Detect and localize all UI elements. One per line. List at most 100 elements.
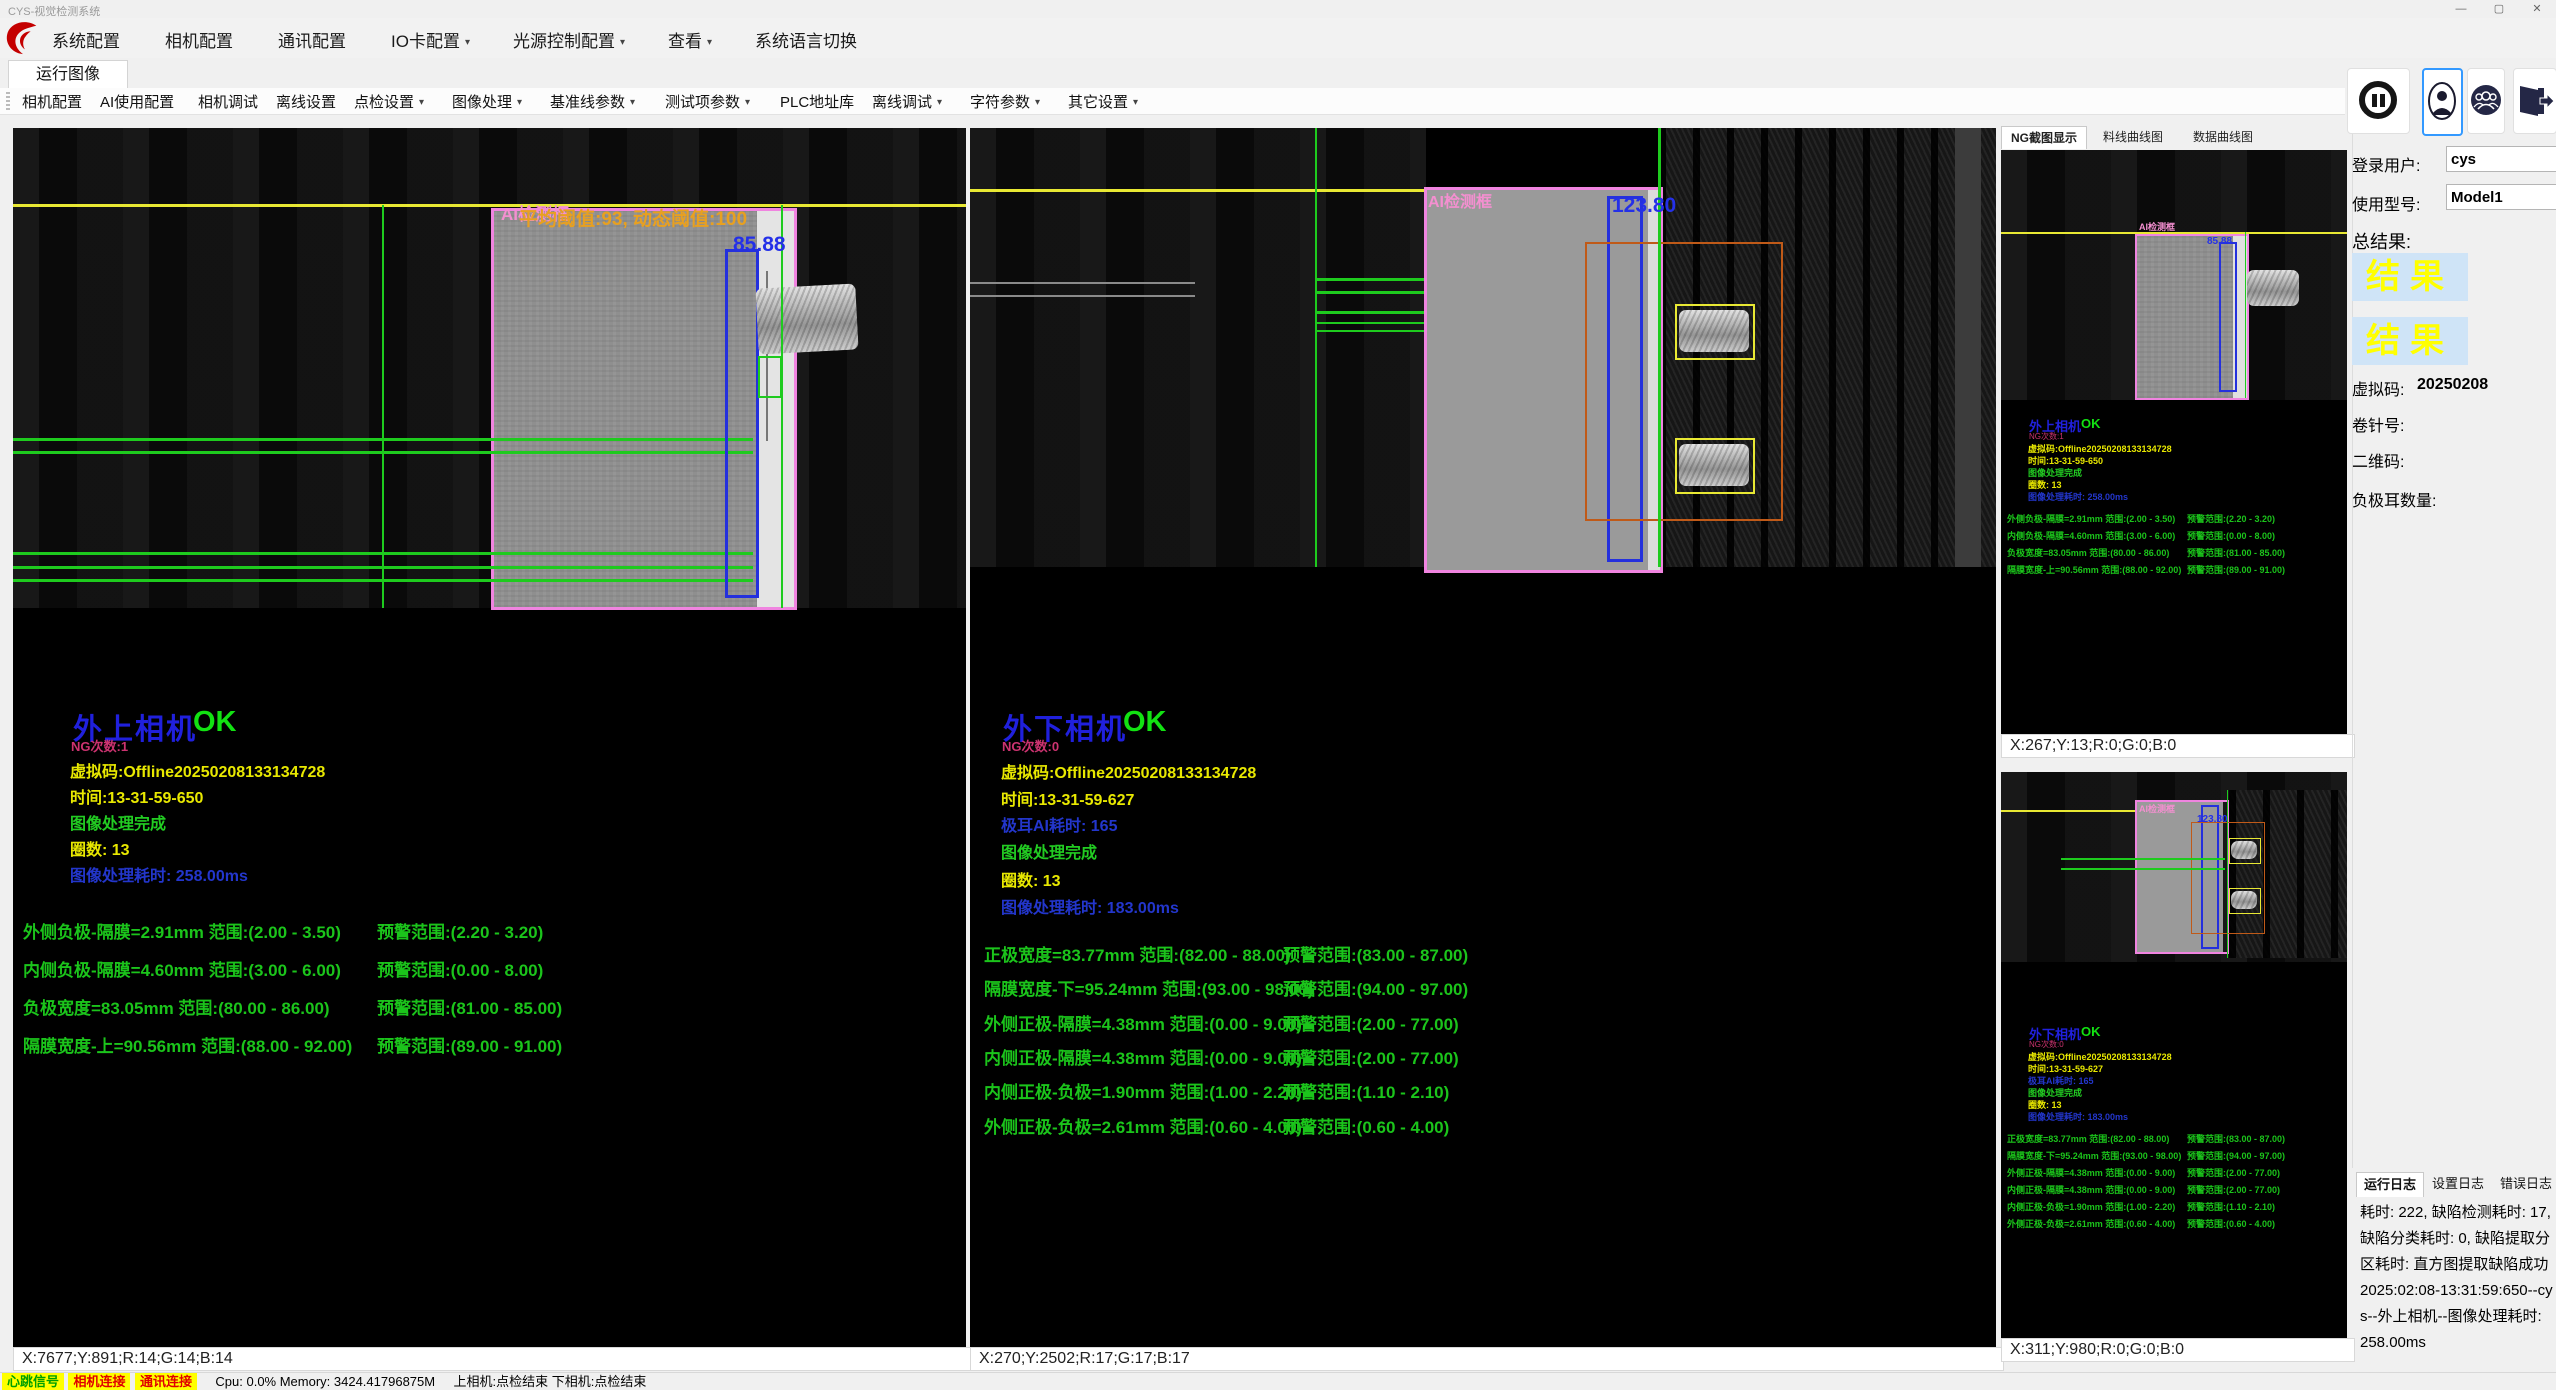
model-field[interactable] [2446, 184, 2556, 210]
model-label: 使用型号: [2352, 191, 2420, 215]
close-icon[interactable] [2518, 0, 2556, 18]
tool-other-settings[interactable]: 其它设置 [1068, 91, 1138, 112]
result-indicator-2: 结果 [2352, 317, 2468, 365]
process-time-line: 图像处理耗时: 183.00ms [1001, 894, 1179, 918]
measurement-warn: 预警范围:(83.00 - 87.00) [1283, 941, 1468, 966]
vcode-line: 虚拟码:Offline20250208133134728 [70, 758, 325, 782]
tool-offline-debug[interactable]: 离线调试 [872, 91, 942, 112]
measurement-row: 外侧正极-隔膜=4.38mm 范围:(0.00 - 9.00) [984, 1010, 1302, 1035]
logout-door-icon [2516, 82, 2554, 120]
tool-plc-address[interactable]: PLC地址库 [780, 91, 854, 112]
heartbeat-badge: 心跳信号 [2, 1373, 64, 1390]
chevron-down-icon [1035, 97, 1040, 108]
chevron-down-icon [620, 37, 625, 48]
measurement-row: 正极宽度=83.77mm 范围:(82.00 - 88.00) [984, 941, 1291, 966]
window-title: CYS-视觉检测系统 [8, 3, 100, 19]
tool-camera-debug[interactable]: 相机调试 [198, 91, 258, 112]
app-logo-icon [4, 19, 42, 57]
chevron-down-icon [465, 37, 470, 48]
login-user-field[interactable] [2446, 146, 2556, 172]
process-done-line: 图像处理完成 [1001, 839, 1097, 863]
tab-setting-log[interactable]: 设置日志 [2426, 1172, 2490, 1196]
camera-view-upper[interactable]: AI检测框 平均阈值:93, 动态阈值:100 85.88 外上相机 OK NG… [13, 128, 966, 1347]
maximize-icon[interactable] [2480, 0, 2518, 18]
guide-vline [382, 205, 384, 608]
camera-status: OK [1123, 706, 1167, 739]
thumbnail-upper[interactable]: AI检测框 85.88 外上相机 OK NG次数:1 虚拟码:Offline20… [2001, 150, 2347, 734]
tab-error-log[interactable]: 错误日志 [2494, 1172, 2556, 1196]
baseline-yellow [970, 189, 1426, 192]
app-window: CYS-视觉检测系统 系统配置 相机配置 通讯配置 IO卡配置 光源控制配置 查… [0, 0, 2556, 1390]
measure-value: 123.80 [1612, 194, 1676, 218]
menu-bar: 系统配置 相机配置 通讯配置 IO卡配置 光源控制配置 查看 系统语言切换 [0, 18, 2556, 58]
coords-lower: X:270;Y:2502;R:17;G:17;B:17 [970, 1347, 2004, 1371]
measurement-warn: 预警范围:(94.00 - 97.00) [1283, 975, 1468, 1000]
tab-box-2 [1675, 438, 1755, 494]
chevron-down-icon [1133, 97, 1138, 108]
tab-run-image[interactable]: 运行图像 [8, 60, 128, 89]
chevron-down-icon [707, 37, 712, 48]
menu-light-config[interactable]: 光源控制配置 [513, 27, 625, 52]
toolstrip-grip[interactable] [6, 92, 10, 110]
menu-system-config[interactable]: 系统配置 [52, 27, 120, 52]
menu-view[interactable]: 查看 [668, 27, 712, 52]
measurement-warn: 预警范围:(0.60 - 4.00) [1283, 1113, 1449, 1138]
menu-io-card-config[interactable]: IO卡配置 [391, 27, 470, 52]
status-bar: 心跳信号 相机连接 通讯连接 Cpu: 0.0% Memory: 3424.41… [0, 1372, 2556, 1390]
tab-run-log[interactable]: 运行日志 [2356, 1172, 2424, 1197]
ai-box-label: AI检测框 [1428, 188, 1492, 212]
chevron-down-icon [937, 97, 942, 108]
tool-offline-setting[interactable]: 离线设置 [276, 91, 336, 112]
measurement-warn: 预警范围:(0.00 - 8.00) [377, 956, 543, 981]
vcode-line: 虚拟码:Offline20250208133134728 [1001, 759, 1256, 783]
thumbnail-lower[interactable]: AI检测框 123.80 外下相机 OK NG次数:0 虚拟码:Offline2… [2001, 772, 2347, 1338]
tool-testitem-params[interactable]: 测试项参数 [665, 91, 750, 112]
minimize-icon[interactable] [2442, 0, 2480, 18]
user-icon [2427, 81, 2457, 121]
process-done-line: 图像处理完成 [70, 810, 166, 834]
users-group-button[interactable] [2467, 68, 2505, 134]
tool-spotcheck-setting[interactable]: 点检设置 [354, 91, 424, 112]
total-result-label: 总结果: [2352, 228, 2411, 254]
tab-ng-screenshot[interactable]: NG截图显示 [2001, 126, 2087, 149]
ng-count: NG次数:0 [1002, 736, 1059, 755]
loop-count-line: 圈数: 13 [1001, 867, 1061, 891]
reel-label: 卷针号: [2352, 412, 2404, 436]
coords-thumb-upper: X:267;Y:13;R:0;G:0;B:0 [2001, 734, 2355, 758]
menu-camera-config[interactable]: 相机配置 [165, 27, 233, 52]
tab-box-1 [1675, 304, 1755, 360]
toolstrip: 相机配置 AI使用配置 相机调试 离线设置 点检设置 图像处理 基准线参数 测试… [0, 88, 2345, 115]
measurement-row: 内侧正极-负极=1.90mm 范围:(1.00 - 2.20) [984, 1078, 1302, 1103]
tab-metal-blob [755, 283, 858, 354]
coords-thumb-lower: X:311;Y:980;R:0;G:0;B:0 [2001, 1338, 2355, 1362]
tool-baseline-params[interactable]: 基准线参数 [550, 91, 635, 112]
measurement-warn: 预警范围:(1.10 - 2.10) [1283, 1078, 1449, 1103]
camera-lower-photo [970, 128, 1426, 567]
users-group-icon [2470, 84, 2502, 116]
tool-image-process[interactable]: 图像处理 [452, 91, 522, 112]
camera-view-lower[interactable]: AI检测框 123.80 外下相机 OK NG次数:0 虚拟码:Offline2… [970, 128, 1996, 1347]
measurement-row: 隔膜宽度-上=90.56mm 范围:(88.00 - 92.00) [23, 1032, 352, 1057]
pause-button[interactable] [2347, 68, 2410, 134]
logout-button[interactable] [2513, 68, 2556, 134]
comm-link-badge: 通讯连接 [135, 1373, 197, 1390]
page-tabs: 运行图像 [0, 58, 2556, 88]
user-button[interactable] [2422, 68, 2463, 136]
tool-char-params[interactable]: 字符参数 [970, 91, 1040, 112]
threshold-text: 平均阈值:93, 动态阈值:100 [519, 204, 747, 231]
menu-comm-config[interactable]: 通讯配置 [278, 27, 346, 52]
tool-camera-config[interactable]: 相机配置 [22, 91, 82, 112]
measurement-warn: 预警范围:(2.00 - 77.00) [1283, 1044, 1459, 1069]
tool-ai-use-config[interactable]: AI使用配置 [100, 91, 174, 112]
measurement-warn: 预警范围:(2.20 - 3.20) [377, 918, 543, 943]
process-time-line: 图像处理耗时: 258.00ms [70, 862, 248, 886]
measure-value: 85.88 [733, 233, 786, 257]
measurement-row: 外侧正极-负极=2.61mm 范围:(0.60 - 4.00) [984, 1113, 1302, 1138]
measurement-row: 内侧正极-隔膜=4.38mm 范围:(0.00 - 9.00) [984, 1044, 1302, 1069]
tab-data-curve[interactable]: 数据曲线图 [2181, 126, 2265, 148]
menu-language-switch[interactable]: 系统语言切换 [755, 27, 857, 52]
coords-upper: X:7677;Y:891;R:14;G:14;B:14 [13, 1347, 974, 1371]
camera-upper-photo [13, 128, 966, 608]
camera-link-badge: 相机连接 [68, 1373, 130, 1390]
tab-line-curve[interactable]: 料线曲线图 [2091, 126, 2175, 148]
